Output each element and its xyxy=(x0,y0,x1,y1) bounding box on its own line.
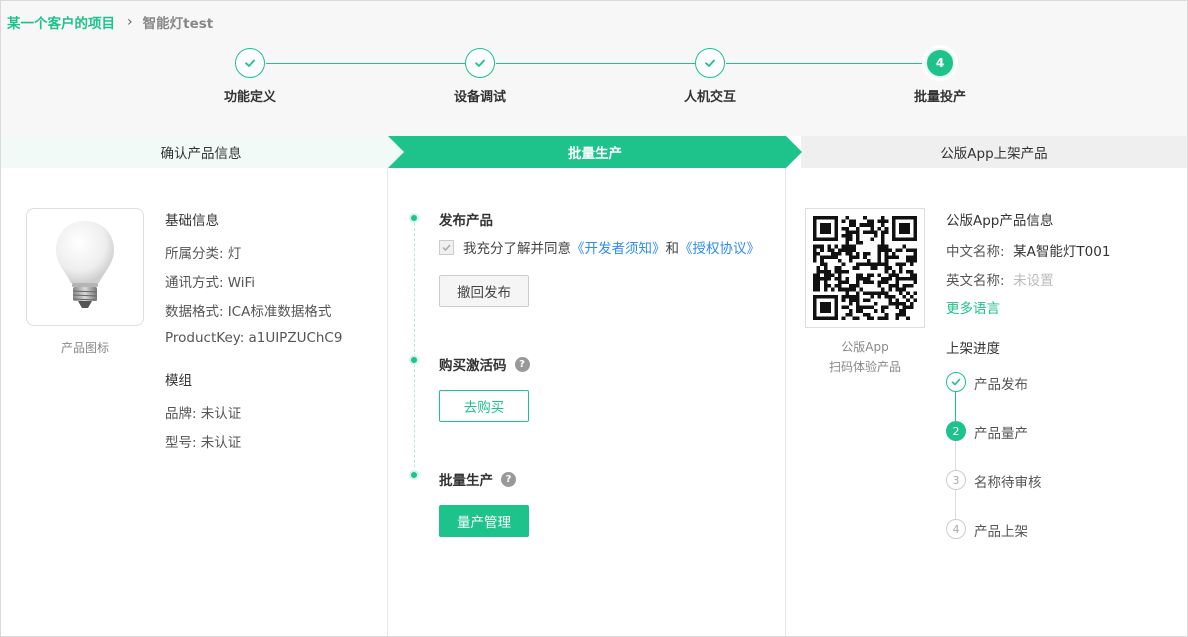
cn-name-value: 某A智能灯T001 xyxy=(1013,244,1111,260)
en-name-label: 英文名称: xyxy=(946,273,1005,289)
progress-title: 上架进度 xyxy=(946,341,1000,357)
section-heading: 发布产品 xyxy=(439,213,493,229)
step-3-label: 人机交互 xyxy=(683,90,736,105)
more-language-link[interactable]: 更多语言 xyxy=(946,301,1000,317)
section-heading: 模组 xyxy=(165,373,192,389)
help-icon[interactable]: ? xyxy=(501,471,516,487)
progress-2-badge: 2 xyxy=(946,421,966,441)
progress-line xyxy=(955,490,956,519)
model-label: 型号: xyxy=(165,435,197,451)
progress-4-badge: 4 xyxy=(946,519,966,539)
progress-line xyxy=(955,441,956,470)
comm-row: 通讯方式: WiFi xyxy=(165,271,255,291)
mass-production-panel: 发布产品 我充分了解并同意 《开发者须知》 和 《授权协议》 撤回发布 购买激活… xyxy=(388,168,786,636)
comm-label: 通讯方式: xyxy=(165,275,224,291)
section-heading: 批量生产 xyxy=(439,473,493,489)
qr-caption-app: 公版App xyxy=(841,340,889,354)
agreement-text: 我充分了解并同意 xyxy=(463,241,571,257)
step-connector xyxy=(266,63,466,64)
format-label: 数据格式: xyxy=(165,304,224,320)
progress-4-label: 产品上架 xyxy=(974,524,1028,540)
progress-2-label: 产品量产 xyxy=(974,426,1028,442)
step-2-check-icon xyxy=(465,48,495,78)
step-connector xyxy=(496,63,696,64)
progress-3-badge: 3 xyxy=(946,470,966,490)
tab-label: 确认产品信息 xyxy=(160,146,242,162)
cn-name-row: 中文名称: 某A智能灯T001 xyxy=(946,240,1110,260)
productkey-label: ProductKey: xyxy=(165,330,245,346)
cn-name-label: 中文名称: xyxy=(946,244,1005,260)
mass-section-title: 批量生产 ? xyxy=(439,469,516,489)
progress-line xyxy=(955,392,956,421)
comm-value: WiFi xyxy=(227,275,256,291)
brand-row: 品牌: 未认证 xyxy=(165,402,241,422)
en-name-value: 未设置 xyxy=(1013,273,1054,289)
light-bulb-icon xyxy=(56,221,114,308)
developer-notice-link[interactable]: 《开发者须知》 xyxy=(571,237,666,257)
app-info-title: 公版App产品信息 xyxy=(946,213,1054,229)
buy-section-title: 购买激活码 ? xyxy=(439,354,530,374)
model-value: 未认证 xyxy=(200,435,242,451)
product-info-panel: 产品图标 基础信息 所属分类: 灯 通讯方式: WiFi 数据格式: ICA标准… xyxy=(1,168,388,636)
qr-code-box xyxy=(805,208,925,328)
step-4-current-badge: 4 xyxy=(925,48,955,78)
section-heading: 基础信息 xyxy=(165,213,219,229)
productkey-row: ProductKey: a1UIPZUChC9 xyxy=(165,330,342,346)
step-1-label: 功能定义 xyxy=(223,90,276,105)
app-listing-panel: 公版App 扫码体验产品 公版App产品信息 中文名称: 某A智能灯T001 英… xyxy=(786,168,1187,636)
publish-section-title: 发布产品 xyxy=(439,209,493,229)
mass-manage-button[interactable]: 量产管理 xyxy=(439,505,529,537)
format-row: 数据格式: ICA标准数据格式 xyxy=(165,300,331,320)
module-title: 模组 xyxy=(165,369,192,389)
help-icon[interactable]: ? xyxy=(514,356,530,372)
product-icon-caption: 产品图标 xyxy=(60,341,109,355)
tab-label: 公版App上架产品 xyxy=(940,146,1048,162)
category-label: 所属分类: xyxy=(165,246,224,262)
tab-confirm-product[interactable]: 确认产品信息 xyxy=(1,136,401,168)
step-1-check-icon xyxy=(235,48,265,78)
qr-code-icon xyxy=(813,216,917,320)
step-connector xyxy=(726,63,926,64)
auth-agreement-link[interactable]: 《授权协议》 xyxy=(679,237,760,257)
timeline-dot xyxy=(409,470,419,480)
revoke-publish-button[interactable]: 撤回发布 xyxy=(439,275,529,307)
progress-1-label: 产品发布 xyxy=(974,377,1028,393)
brand-value: 未认证 xyxy=(200,406,242,422)
qr-caption-scan: 扫码体验产品 xyxy=(828,360,901,374)
tab-label: 批量生产 xyxy=(568,146,622,162)
agreement-checkbox[interactable] xyxy=(439,239,454,255)
format-value: ICA标准数据格式 xyxy=(227,304,332,320)
model-row: 型号: 未认证 xyxy=(165,431,241,451)
tab-mass-production[interactable]: 批量生产 xyxy=(388,136,802,168)
product-icon-box xyxy=(26,208,144,326)
header-area: 某一个客户的项目 › 智能灯test 功能定义 设备调试 人机交互 4 批量投产 xyxy=(1,1,1187,136)
step-3-check-icon xyxy=(695,48,725,78)
tab-app-listing[interactable]: 公版App上架产品 xyxy=(801,136,1187,168)
en-name-row: 英文名称: 未设置 xyxy=(946,269,1054,289)
timeline-line xyxy=(414,218,415,478)
step-2-label: 设备调试 xyxy=(453,90,506,105)
category-value: 灯 xyxy=(227,246,242,262)
progress-1-check-icon xyxy=(946,372,966,392)
more-language-link-row: 更多语言 xyxy=(946,297,1000,317)
agreement-row: 我充分了解并同意 《开发者须知》 和 《授权协议》 xyxy=(439,237,760,257)
phase-tabs: 确认产品信息 公版App上架产品 批量生产 xyxy=(1,136,1187,168)
step-4-label: 批量投产 xyxy=(913,90,966,105)
section-heading: 购买激活码 xyxy=(439,358,507,374)
progress-steps: 功能定义 设备调试 人机交互 4 批量投产 xyxy=(1,1,1187,136)
agreement-and: 和 xyxy=(665,241,680,257)
timeline-dot xyxy=(409,355,419,365)
brand-label: 品牌: xyxy=(165,406,197,422)
go-buy-button[interactable]: 去购买 xyxy=(439,390,529,422)
timeline-dot xyxy=(409,213,419,223)
basic-info-title: 基础信息 xyxy=(165,209,219,229)
progress-3-label: 名称待审核 xyxy=(974,475,1042,491)
productkey-value: a1UIPZUChC9 xyxy=(248,330,343,346)
category-row: 所属分类: 灯 xyxy=(165,242,241,262)
